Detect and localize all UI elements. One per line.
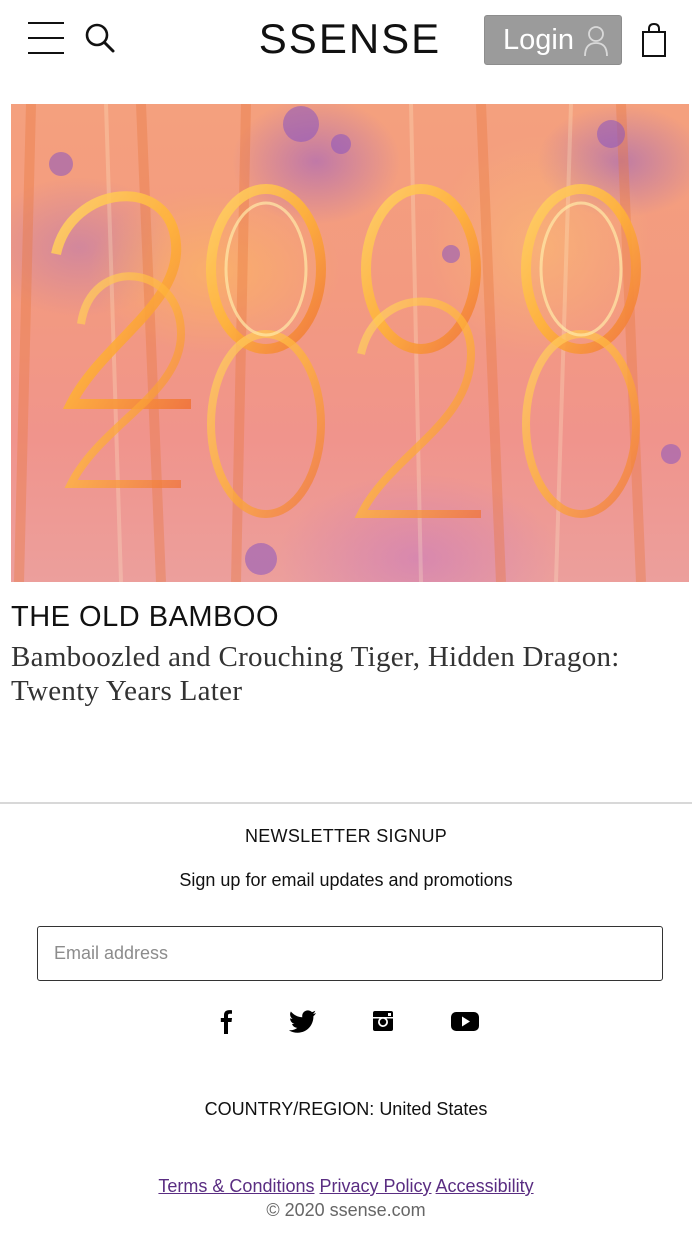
shopping-bag-icon[interactable]	[640, 22, 668, 58]
terms-link[interactable]: Terms & Conditions	[158, 1176, 314, 1196]
ssense-logo[interactable]: SSENSE	[230, 14, 470, 64]
article-title[interactable]: Bamboozled and Crouching Tiger, Hidden D…	[11, 640, 681, 708]
privacy-policy-link[interactable]: Privacy Policy	[320, 1176, 432, 1196]
site-header: SSENSE Login	[0, 0, 692, 80]
copyright-text: © 2020 ssense.com	[266, 1200, 426, 1220]
email-field[interactable]	[37, 926, 663, 981]
login-label: Login	[503, 24, 574, 56]
country-region-selector[interactable]: COUNTRY/REGION: United States	[0, 1099, 692, 1120]
twitter-icon[interactable]	[288, 1008, 318, 1034]
footer-divider	[0, 802, 692, 804]
legal-links: Terms & Conditions Privacy Policy Access…	[0, 1176, 692, 1197]
search-icon[interactable]	[84, 22, 116, 54]
instagram-icon[interactable]	[368, 1008, 398, 1034]
region-value: United States	[379, 1099, 488, 1119]
article-kicker[interactable]: THE OLD BAMBOO	[11, 600, 681, 634]
newsletter-subtitle: Sign up for email updates and promotions	[179, 870, 513, 890]
accessibility-link[interactable]: Accessibility	[436, 1176, 534, 1196]
login-button[interactable]: Login	[484, 15, 622, 65]
facebook-icon[interactable]	[212, 1008, 242, 1034]
newsletter-title: NEWSLETTER SIGNUP	[244, 826, 448, 846]
youtube-icon[interactable]	[450, 1008, 480, 1034]
user-icon	[583, 24, 609, 57]
menu-icon[interactable]	[28, 22, 64, 54]
article-hero-image[interactable]	[11, 104, 689, 582]
page: SSENSE Login THE OLD BAMBOO Bamboozled a…	[0, 0, 692, 1257]
region-label: COUNTRY/REGION:	[204, 1099, 375, 1119]
